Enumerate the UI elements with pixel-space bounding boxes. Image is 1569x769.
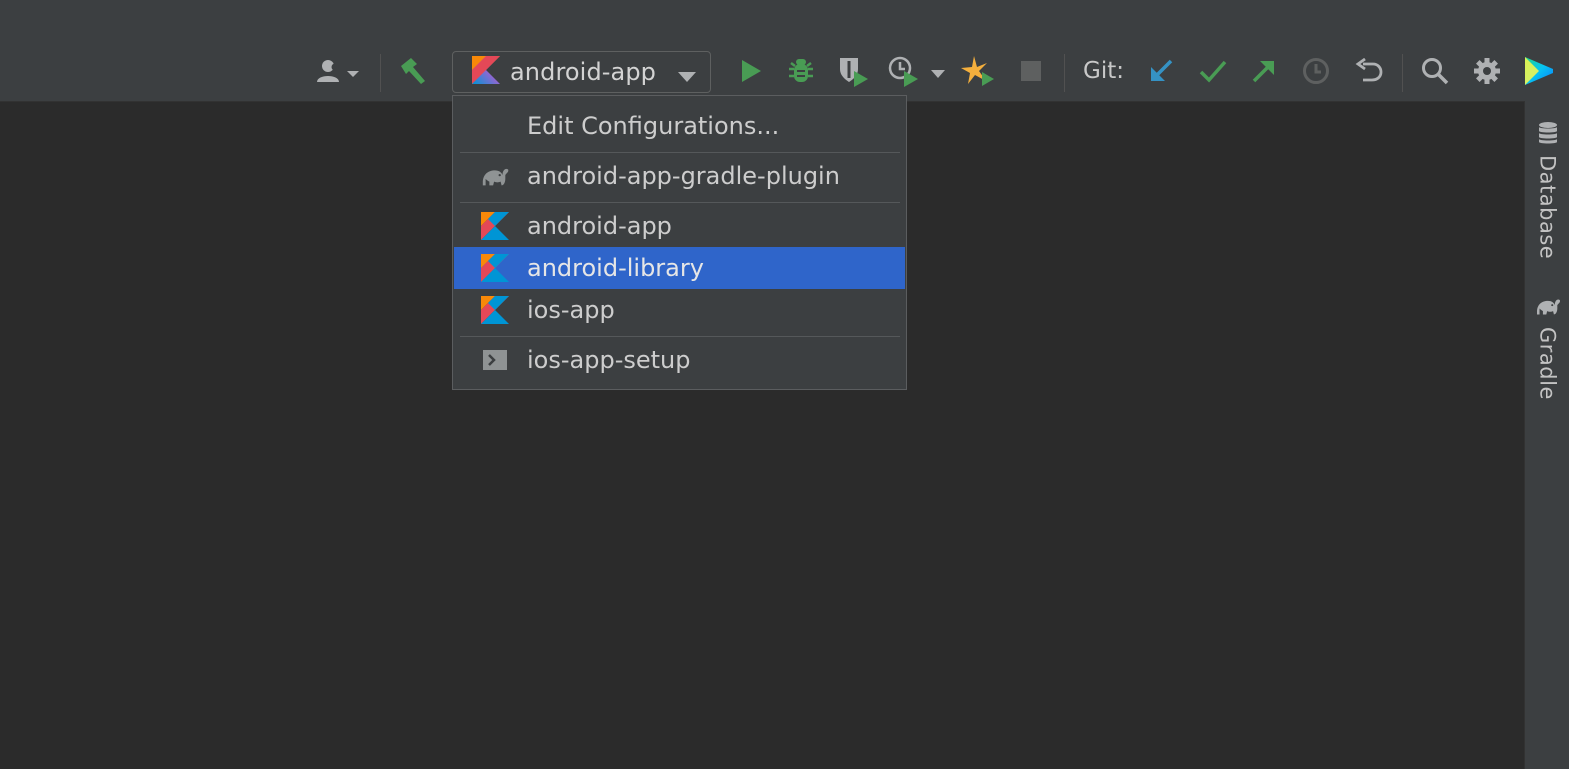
git-label: Git: [1083, 58, 1124, 84]
database-tool-window-button[interactable]: Database [1525, 121, 1569, 259]
toolbar-separator [1064, 54, 1065, 92]
menu-item-label: android-app [527, 212, 672, 240]
menu-separator [460, 202, 900, 203]
ide-window: android-app Git: Edit Configurations... … [0, 0, 1569, 769]
menu-item-android-app-gradle-plugin[interactable]: android-app-gradle-plugin [454, 155, 905, 197]
toolbox-icon [1523, 55, 1555, 91]
menu-item-edit-configurations[interactable]: Edit Configurations... [454, 105, 905, 147]
menu-item-ios-app[interactable]: ios-app [454, 289, 905, 331]
toolbar-separator [1402, 54, 1403, 92]
rollback-icon [1355, 57, 1383, 88]
menu-item-label: Edit Configurations... [527, 112, 780, 140]
search-icon [1421, 57, 1449, 89]
search-everywhere-button[interactable] [1418, 54, 1452, 92]
gradle-tool-window-label: Gradle [1535, 327, 1560, 400]
menu-separator [460, 336, 900, 337]
profile-icon [886, 55, 920, 91]
coverage-icon [836, 55, 870, 91]
toolbox-button[interactable] [1520, 54, 1558, 92]
right-tool-window-strip: Database Gradle [1524, 101, 1569, 769]
git-push-icon [1251, 58, 1277, 88]
kotlin-icon [480, 253, 510, 283]
toolbar-separator [380, 54, 381, 92]
hammer-icon [397, 56, 429, 90]
git-push-button[interactable] [1247, 54, 1281, 92]
menu-item-ios-app-setup[interactable]: ios-app-setup [454, 339, 905, 381]
main-toolbar: android-app Git: [0, 0, 1569, 102]
stop-button[interactable] [1014, 54, 1048, 92]
build-button[interactable] [394, 54, 432, 92]
run-button[interactable] [734, 54, 768, 92]
database-tool-window-label: Database [1535, 155, 1560, 260]
run-configuration-dropdown: Edit Configurations... android-app-gradl… [452, 95, 907, 390]
profile-button[interactable] [884, 54, 922, 92]
settings-button[interactable] [1470, 54, 1504, 92]
menu-item-android-library[interactable]: android-library [454, 247, 905, 289]
history-icon [1302, 57, 1330, 89]
gradle-tool-window-button[interactable]: Gradle [1525, 295, 1569, 400]
git-commit-icon [1199, 59, 1227, 87]
debug-icon [787, 57, 815, 89]
rollback-button[interactable] [1352, 54, 1386, 92]
menu-item-label: android-library [527, 254, 704, 282]
git-update-button[interactable] [1144, 54, 1178, 92]
attach-debugger-button[interactable] [958, 54, 998, 92]
menu-item-label: ios-app [527, 296, 615, 324]
run-icon [740, 59, 762, 87]
kotlin-icon [472, 56, 500, 88]
debug-button[interactable] [784, 54, 818, 92]
database-icon [1537, 121, 1559, 149]
run-configuration-label: android-app [510, 58, 657, 86]
user-menu-button[interactable] [310, 54, 366, 92]
shell-script-icon [480, 345, 510, 375]
run-with-coverage-button[interactable] [834, 54, 872, 92]
stop-icon [1020, 60, 1042, 86]
gradle-elephant-icon [1534, 295, 1562, 321]
chevron-down-icon [677, 68, 697, 87]
run-configuration-select[interactable]: android-app [452, 51, 711, 93]
gear-icon [1473, 57, 1501, 89]
menu-separator [460, 152, 900, 153]
user-icon [315, 58, 345, 88]
git-commit-button[interactable] [1196, 54, 1230, 92]
gradle-elephant-icon [480, 161, 510, 191]
menu-item-android-app[interactable]: android-app [454, 205, 905, 247]
menu-item-label: ios-app-setup [527, 346, 691, 374]
vcs-history-button[interactable] [1299, 54, 1333, 92]
kotlin-icon [480, 295, 510, 325]
more-run-options-button[interactable] [926, 54, 950, 92]
chevron-down-icon [930, 64, 946, 83]
git-update-icon [1148, 58, 1174, 88]
chevron-down-icon [345, 64, 361, 83]
attach-icon [960, 54, 996, 92]
kotlin-icon [480, 211, 510, 241]
menu-item-label: android-app-gradle-plugin [527, 162, 840, 190]
